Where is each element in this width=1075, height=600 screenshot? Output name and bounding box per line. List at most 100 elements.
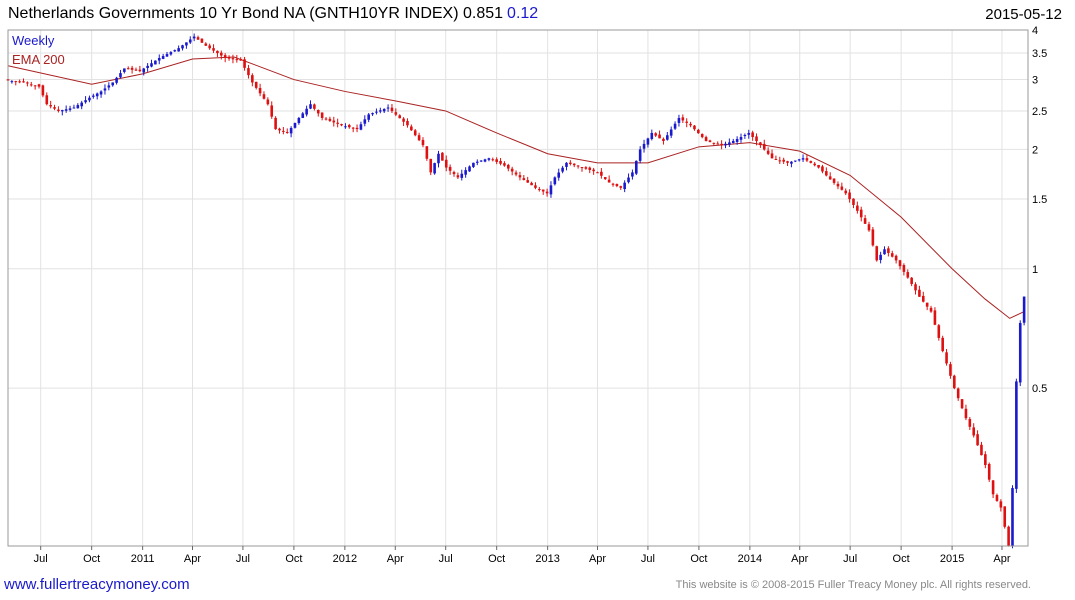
candle-body [460,173,464,178]
candle-body [638,149,642,161]
candle-body [472,162,475,167]
candle-body [359,124,363,130]
weekly-candle [964,404,968,421]
weekly-candle [406,118,409,128]
weekly-candle [840,182,844,191]
weekly-candle [906,269,910,279]
candle-body [157,57,161,61]
candle-body [134,69,138,71]
candle-body [60,110,64,112]
weekly-candle [247,64,250,79]
candle-body [945,352,948,364]
candle-body [704,137,708,141]
candle-body [37,84,41,87]
weekly-candle [293,122,297,129]
weekly-candle [76,103,80,109]
legend-weekly: Weekly [12,33,55,48]
candle-body [421,139,425,146]
candle-body [262,94,266,99]
candle-body [344,126,347,128]
candle-body [475,161,479,163]
weekly-candle [510,166,514,176]
candle-body [64,109,68,111]
weekly-candle [968,417,972,430]
weekly-candle [80,100,83,110]
candle-body [569,162,572,164]
candle-body [669,129,673,136]
weekly-candle [1011,485,1014,549]
candle-body [801,158,805,160]
candle-body [770,153,774,159]
weekly-candle [894,254,898,264]
candle-body [526,180,529,183]
weekly-candle [185,42,188,49]
candle-body [910,277,913,285]
candle-body [367,114,370,120]
candle-body [208,45,211,49]
candle-body [848,192,851,200]
candle-body [856,205,859,211]
weekly-candle [14,80,18,86]
x-tick-label: Oct [893,553,910,565]
x-tick-label: Jul [439,553,453,565]
weekly-candle [507,163,510,172]
weekly-candle [949,361,952,379]
weekly-candle [64,105,68,113]
candle-body [503,163,506,166]
weekly-candle [708,139,712,143]
price-chart: 4 3.5 3 2.5 2 1.5 1 0.5 Jul Oct 2011 Apr Jul Oct 2012 A… [6,25,1047,565]
candle-body [258,87,262,94]
weekly-candle [960,398,964,410]
weekly-candle [809,160,813,164]
candle-body [778,160,782,162]
candle-body [223,55,227,58]
candle-body [216,50,219,54]
x-tick-label: Jul [641,553,655,565]
candle-body [553,177,557,185]
candle-body [739,136,743,140]
y-tick-label: 3 [1032,75,1038,87]
weekly-candle [134,67,138,72]
weekly-candle [468,165,471,172]
weekly-candle [603,176,607,180]
candle-body [766,150,770,154]
candle-body [433,163,436,174]
candle-body [995,495,999,501]
candle-body [181,45,184,49]
weekly-candle [479,160,483,163]
candle-body [549,185,553,195]
weekly-candle [937,323,941,341]
weekly-candle [33,85,37,90]
weekly-candle [836,181,840,190]
candle-body [611,183,615,185]
weekly-candle [790,161,793,168]
weekly-candle [526,176,529,183]
candle-body [479,160,483,162]
weekly-candle [580,167,584,172]
candle-body [313,104,316,109]
candle-body [840,186,844,190]
weekly-candle [402,117,405,127]
candle-body [817,164,820,168]
candle-body [762,143,766,150]
weekly-candle [49,100,52,109]
candle-body [933,310,937,325]
weekly-candle [464,167,467,178]
candle-body [45,95,49,105]
candle-body [898,260,902,267]
candle-body [398,115,402,119]
candle-body [417,135,421,141]
weekly-candle [150,59,153,68]
footer-website-link[interactable]: www.fullertreacymoney.com [4,576,190,593]
candle-body [115,77,118,83]
weekly-candle [60,109,64,116]
weekly-candle [301,111,305,119]
weekly-candle [216,50,219,58]
candle-body [425,146,429,159]
candle-body [510,168,514,172]
y-tick-label: 2 [1032,144,1038,156]
weekly-candle [805,154,809,163]
candle-body [852,198,855,205]
candle-body [200,38,204,43]
candle-body [545,191,549,194]
